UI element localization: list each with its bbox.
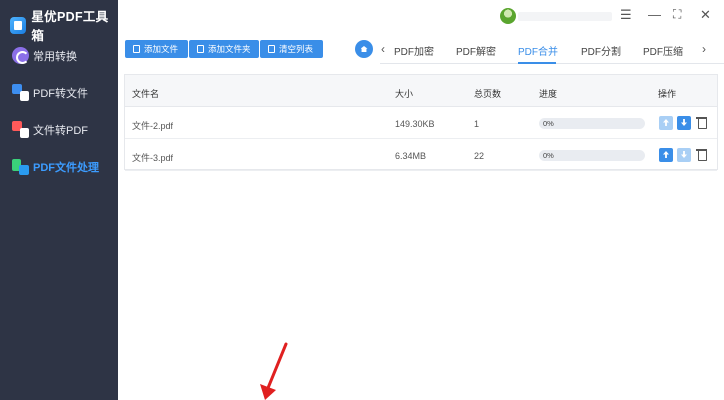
active-tab-indicator bbox=[518, 62, 556, 64]
maximize-icon[interactable]: ⛶ bbox=[673, 7, 681, 22]
header-pages: 总页数 bbox=[474, 89, 502, 99]
chevron-right-icon[interactable]: › bbox=[702, 42, 706, 56]
sidebar-item-pdf-to-file[interactable]: PDF转文件 bbox=[12, 84, 88, 101]
home-button[interactable] bbox=[355, 40, 373, 58]
file-size: 149.30KB bbox=[395, 119, 435, 129]
common-convert-icon bbox=[12, 47, 29, 64]
add-file-label: 添加文件 bbox=[144, 44, 179, 54]
move-down-icon[interactable] bbox=[677, 116, 691, 130]
table-header: 文件名 大小 总页数 进度 操作 bbox=[125, 75, 717, 107]
user-name-area[interactable] bbox=[518, 12, 612, 21]
header-name: 文件名 bbox=[132, 89, 160, 99]
add-file-button[interactable]: 添加文件 bbox=[125, 40, 188, 58]
chevron-left-icon[interactable]: ‹ bbox=[381, 42, 385, 56]
sidebar-item-file-to-pdf[interactable]: 文件转PDF bbox=[12, 121, 88, 138]
clear-list-button[interactable]: 清空列表 bbox=[260, 40, 323, 58]
delete-icon[interactable] bbox=[696, 148, 707, 161]
tab-pdf-merge[interactable]: PDF合并 bbox=[518, 43, 558, 58]
tab-pdf-decrypt[interactable]: PDF解密 bbox=[456, 43, 496, 58]
file-table: 文件名 大小 总页数 进度 操作 文件-2.pdf 149.30KB 1 0% … bbox=[124, 74, 718, 171]
sidebar-item-label: 常用转换 bbox=[33, 50, 77, 63]
tab-pdf-split[interactable]: PDF分割 bbox=[581, 43, 621, 58]
close-icon[interactable]: ✕ bbox=[700, 7, 711, 23]
progress-text: 0% bbox=[543, 119, 554, 128]
app-logo: 星优PDF工具箱 bbox=[10, 6, 118, 44]
pdf-process-icon bbox=[12, 158, 29, 175]
clear-list-label: 清空列表 bbox=[279, 44, 314, 54]
annotation-arrow-icon bbox=[260, 342, 288, 400]
progress-text: 0% bbox=[543, 151, 554, 160]
sidebar-item-pdf-process[interactable]: PDF文件处理 bbox=[12, 158, 99, 175]
table-row[interactable]: 文件-2.pdf 149.30KB 1 0% bbox=[125, 107, 717, 139]
trash-icon bbox=[268, 45, 275, 53]
sidebar-item-common-convert[interactable]: 常用转换 bbox=[12, 47, 77, 64]
settings-menu-icon[interactable]: ☰ bbox=[620, 7, 632, 23]
sidebar-item-label: PDF转文件 bbox=[33, 87, 88, 100]
user-avatar[interactable] bbox=[500, 8, 516, 24]
sidebar: 星优PDF工具箱 常用转换 PDF转文件 文件转PDF PDF文件处理 bbox=[0, 0, 118, 400]
file-icon bbox=[133, 45, 140, 53]
add-folder-button[interactable]: 添加文件夹 bbox=[189, 40, 259, 58]
move-up-icon[interactable] bbox=[659, 148, 673, 162]
delete-icon[interactable] bbox=[696, 116, 707, 129]
header-size: 大小 bbox=[395, 89, 414, 99]
sidebar-item-label: 文件转PDF bbox=[33, 124, 88, 137]
file-pages: 22 bbox=[474, 151, 485, 161]
move-down-icon[interactable] bbox=[677, 148, 691, 162]
file-to-pdf-icon bbox=[12, 121, 29, 138]
pdf-to-file-icon bbox=[12, 84, 29, 101]
header-progress: 进度 bbox=[539, 89, 558, 99]
header-actions: 操作 bbox=[658, 89, 677, 99]
file-size: 6.34MB bbox=[395, 151, 427, 161]
file-name: 文件-2.pdf bbox=[132, 121, 174, 131]
app-title: 星优PDF工具箱 bbox=[31, 10, 109, 43]
file-pages: 1 bbox=[474, 119, 480, 129]
progress-bar: 0% bbox=[539, 150, 645, 161]
app-logo-icon bbox=[10, 16, 27, 34]
tab-pdf-encrypt[interactable]: PDF加密 bbox=[394, 43, 434, 58]
file-name: 文件-3.pdf bbox=[132, 153, 174, 163]
add-folder-label: 添加文件夹 bbox=[208, 44, 251, 54]
sidebar-item-label: PDF文件处理 bbox=[33, 161, 99, 174]
minimize-icon[interactable]: — bbox=[648, 7, 661, 22]
table-row[interactable]: 文件-3.pdf 6.34MB 22 0% bbox=[125, 139, 717, 171]
tab-pdf-compress[interactable]: PDF压缩 bbox=[643, 43, 683, 58]
progress-bar: 0% bbox=[539, 118, 645, 129]
folder-icon bbox=[197, 45, 204, 53]
move-up-icon[interactable] bbox=[659, 116, 673, 130]
